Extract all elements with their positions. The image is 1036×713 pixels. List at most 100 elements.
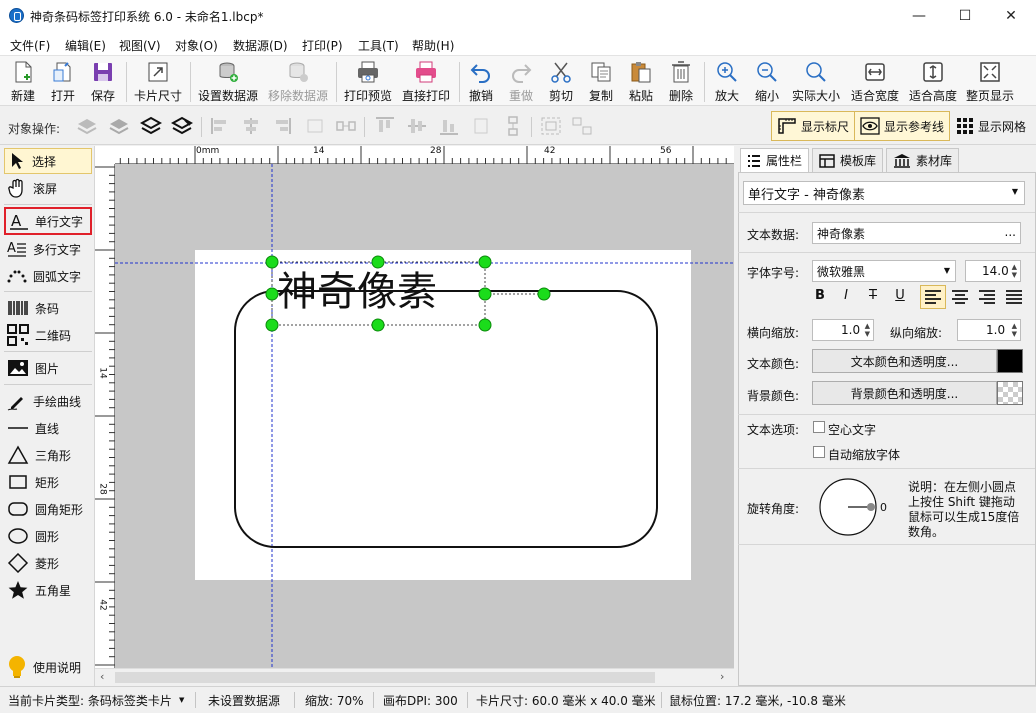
tool-triangle[interactable]: 三角形 xyxy=(4,442,92,468)
align-justify-button[interactable] xyxy=(1002,286,1026,308)
text-data-more-button[interactable]: ... xyxy=(1005,225,1016,239)
card-size-button[interactable]: 卡片尺寸 xyxy=(134,60,182,104)
tool-star[interactable]: 五角星 xyxy=(4,577,92,603)
print-preview-button[interactable]: 打印预览 xyxy=(344,60,392,104)
layers-edit-icon[interactable] xyxy=(171,116,193,136)
align-bottom-icon[interactable] xyxy=(438,116,460,136)
auto-shrink-checkbox[interactable] xyxy=(813,446,825,458)
group-icon[interactable] xyxy=(540,116,562,136)
direct-print-button[interactable]: 直接打印 xyxy=(402,60,450,104)
open-button[interactable]: 打开 xyxy=(48,60,78,104)
bring-forward-icon[interactable] xyxy=(76,116,98,136)
layers-icon[interactable] xyxy=(140,116,162,136)
align-top-icon[interactable] xyxy=(374,116,396,136)
tool-ellipse[interactable]: 圆形 xyxy=(4,523,92,549)
tool-rounded-rectangle[interactable]: 圆角矩形 xyxy=(4,496,92,522)
maximize-button[interactable]: ☐ xyxy=(942,0,988,32)
minimize-button[interactable]: — xyxy=(896,0,942,32)
distribute-h-icon[interactable] xyxy=(304,116,326,136)
resize-handle[interactable] xyxy=(371,255,385,269)
strikethrough-button[interactable]: T xyxy=(863,286,883,306)
fit-page-button[interactable]: 整页显示 xyxy=(965,60,1015,104)
remove-datasource-button[interactable]: 移除数据源 xyxy=(268,60,328,104)
menu-help[interactable]: 帮助(H) xyxy=(412,37,454,54)
resize-handle[interactable] xyxy=(265,255,279,269)
tool-line[interactable]: 直线 xyxy=(4,415,92,441)
tool-scroll[interactable]: 滚屏 xyxy=(4,175,92,201)
ungroup-icon[interactable] xyxy=(571,116,593,136)
rotation-handle[interactable] xyxy=(537,287,551,301)
horizontal-scrollbar[interactable]: ‹ › xyxy=(95,668,734,685)
undo-button[interactable]: 撤销 xyxy=(467,60,495,104)
set-datasource-button[interactable]: 设置数据源 xyxy=(198,60,258,104)
new-button[interactable]: 新建 xyxy=(8,60,38,104)
text-data-input[interactable]: 神奇像素 ... xyxy=(812,222,1021,244)
menu-edit[interactable]: 编辑(E) xyxy=(65,37,106,54)
zoom-out-button[interactable]: 缩小 xyxy=(753,60,781,104)
close-button[interactable]: ✕ xyxy=(988,0,1034,32)
text-color-button[interactable]: 文本颜色和透明度... xyxy=(812,349,997,373)
align-middle-icon[interactable] xyxy=(406,116,428,136)
align-left-button[interactable] xyxy=(920,285,946,309)
save-button[interactable]: 保存 xyxy=(88,60,118,104)
tool-diamond[interactable]: 菱形 xyxy=(4,550,92,576)
resize-handle[interactable] xyxy=(478,318,492,332)
spinner-arrows-icon[interactable]: ▲ ▼ xyxy=(865,322,870,338)
scroll-right-icon[interactable]: › xyxy=(720,670,724,683)
fit-height-button[interactable]: 适合高度 xyxy=(908,60,958,104)
tab-assets[interactable]: 素材库 xyxy=(886,148,960,172)
distribute-vspace-icon[interactable] xyxy=(502,116,524,136)
align-center-icon[interactable] xyxy=(240,116,262,136)
scroll-left-icon[interactable]: ‹ xyxy=(100,670,104,683)
distribute-v-icon[interactable] xyxy=(470,116,492,136)
italic-button[interactable]: I xyxy=(836,286,856,306)
text-object[interactable]: 神奇像素 xyxy=(277,268,437,316)
background-color-swatch[interactable] xyxy=(997,381,1023,405)
copy-button[interactable]: 复制 xyxy=(587,60,615,104)
zoom-in-button[interactable]: 放大 xyxy=(713,60,741,104)
redo-button[interactable]: 重做 xyxy=(507,60,535,104)
tool-freehand[interactable]: 手绘曲线 xyxy=(4,388,92,414)
chevron-down-icon[interactable]: ▼ xyxy=(179,696,184,704)
tool-arc-text[interactable]: 圆弧文字 xyxy=(4,263,92,289)
menu-datasource[interactable]: 数据源(D) xyxy=(233,37,288,54)
show-ruler-toggle[interactable]: 显示标尺 xyxy=(771,111,856,141)
show-grid-toggle[interactable]: 显示网格 xyxy=(951,111,1031,141)
tool-qrcode[interactable]: 二维码 xyxy=(4,322,92,348)
horizontal-scale-spinner[interactable]: 1.0 ▲ ▼ xyxy=(812,319,874,341)
resize-handle[interactable] xyxy=(371,318,385,332)
menu-file[interactable]: 文件(F) xyxy=(10,37,50,54)
background-color-button[interactable]: 背景颜色和透明度... xyxy=(812,381,997,405)
rounded-rectangle-shape[interactable] xyxy=(234,290,658,548)
tool-image[interactable]: 图片 xyxy=(4,355,92,381)
menu-view[interactable]: 视图(V) xyxy=(119,37,161,54)
paste-button[interactable]: 粘贴 xyxy=(627,60,655,104)
bold-button[interactable]: B xyxy=(810,286,830,306)
tab-properties[interactable]: 属性栏 xyxy=(740,148,810,172)
tool-single-line-text[interactable]: A 单行文字 xyxy=(4,207,92,235)
font-family-select[interactable]: 微软雅黑 ▼ xyxy=(812,260,956,282)
menu-object[interactable]: 对象(O) xyxy=(175,37,218,54)
hollow-text-checkbox[interactable] xyxy=(813,421,825,433)
underline-button[interactable]: U xyxy=(890,286,910,306)
distribute-space-icon[interactable] xyxy=(335,116,357,136)
resize-handle[interactable] xyxy=(478,287,492,301)
card-type-status[interactable]: 当前卡片类型: 条码标签类卡片 xyxy=(8,692,172,709)
align-left-icon[interactable] xyxy=(209,116,231,136)
scroll-thumb[interactable] xyxy=(115,672,655,683)
text-color-swatch[interactable] xyxy=(997,349,1023,373)
menu-tools[interactable]: 工具(T) xyxy=(358,37,399,54)
object-selector[interactable]: 单行文字 - 神奇像素 ▼ xyxy=(743,181,1025,205)
resize-handle[interactable] xyxy=(478,255,492,269)
show-guides-toggle[interactable]: 显示参考线 xyxy=(854,111,951,141)
spinner-arrows-icon[interactable]: ▲ ▼ xyxy=(1012,322,1017,338)
actual-size-button[interactable]: 实际大小 xyxy=(791,60,841,104)
cut-button[interactable]: 剪切 xyxy=(547,60,575,104)
tool-barcode[interactable]: 条码 xyxy=(4,295,92,321)
tool-select[interactable]: 选择 xyxy=(4,148,92,174)
help-button[interactable]: 使用说明 xyxy=(4,654,92,680)
tool-multi-line-text[interactable]: A 多行文字 xyxy=(4,236,92,262)
send-backward-icon[interactable] xyxy=(108,116,130,136)
tool-rectangle[interactable]: 矩形 xyxy=(4,469,92,495)
resize-handle[interactable] xyxy=(265,318,279,332)
